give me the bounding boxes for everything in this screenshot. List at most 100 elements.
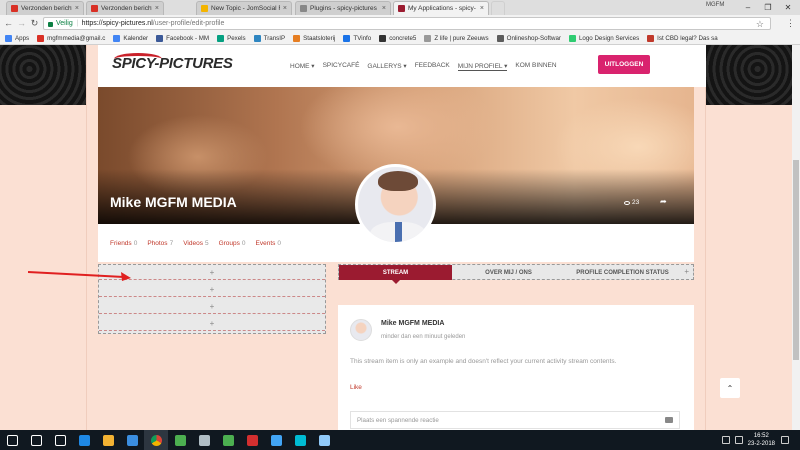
notifications-icon[interactable] — [781, 436, 789, 444]
divider: | — [76, 20, 79, 27]
taskbar-app-icon[interactable] — [120, 430, 144, 450]
back-to-top-button[interactable]: ⌃ — [720, 378, 740, 398]
comment-placeholder: Plaats een spannende reactie — [357, 416, 439, 424]
volume-icon[interactable] — [734, 436, 743, 444]
stat-photos[interactable]: Photos 7 — [147, 240, 173, 247]
site-header: SPICY-PICTURES HOME ▾ SPICYCAFÉ GALLERYS… — [98, 45, 706, 87]
tab-stream[interactable]: STREAM — [339, 265, 452, 284]
page-scrollbar[interactable] — [792, 45, 800, 430]
close-window-icon[interactable]: ✕ — [780, 0, 796, 14]
close-tab-icon[interactable]: × — [75, 5, 79, 12]
bookmark-star-icon[interactable]: ☆ — [756, 19, 764, 30]
bookmark-item[interactable]: concrete5 — [379, 34, 416, 42]
bookmark-item[interactable]: Onlineshop-Softwar — [496, 34, 561, 42]
share-icon[interactable]: ➦ — [660, 197, 667, 206]
bookmark-item[interactable]: Facebook - MM — [156, 34, 209, 42]
close-tab-icon[interactable]: × — [480, 5, 484, 12]
post-author[interactable]: Mike MGFM MEDIA — [381, 320, 444, 327]
comment-input[interactable]: Plaats een spannende reactie — [350, 411, 680, 429]
back-icon[interactable]: ← — [3, 18, 14, 29]
bookmark-label: Apps — [15, 34, 30, 42]
decorative-pattern — [706, 45, 792, 105]
taskbar-app-icon[interactable] — [192, 430, 216, 450]
bookmark-item[interactable]: Z life | pure Zeeuws — [424, 34, 489, 42]
scrollbar-thumb[interactable] — [793, 160, 799, 360]
like-link[interactable]: Like — [350, 384, 362, 391]
menu-item-mijn-profiel[interactable]: MIJN PROFIEL ▾ — [457, 62, 508, 71]
bookmark-item[interactable]: TVinfo — [343, 34, 371, 42]
menu-item-home[interactable]: HOME ▾ — [290, 62, 315, 71]
menu-kebab-icon[interactable]: ⋮ — [785, 18, 796, 29]
bookmark-label: Z life | pure Zeeuws — [434, 34, 489, 42]
stat-label: Friends — [110, 240, 132, 247]
stat-label: Photos — [147, 240, 168, 247]
browser-tab[interactable]: Verzonden berichten - m × — [6, 1, 84, 15]
post-avatar[interactable] — [350, 319, 372, 341]
bookmark-favicon-icon — [647, 34, 655, 42]
reload-icon[interactable]: ↻ — [29, 18, 40, 29]
bookmark-favicon-icon — [379, 34, 387, 42]
taskbar-app-icon[interactable] — [48, 430, 72, 450]
bookmark-item[interactable]: Ist CBD legal? Das sa — [647, 34, 718, 42]
taskbar-app-icon[interactable] — [96, 430, 120, 450]
maximize-icon[interactable]: ❐ — [760, 0, 776, 14]
gmail-icon — [91, 5, 98, 12]
taskbar-app-icon[interactable] — [72, 430, 96, 450]
profile-avatar[interactable] — [355, 164, 436, 245]
new-tab-button[interactable] — [491, 1, 505, 15]
camera-icon[interactable] — [665, 417, 673, 423]
bookmark-item[interactable]: TransIP — [253, 34, 285, 42]
bookmark-item[interactable]: Staatsloterij — [293, 34, 336, 42]
taskbar-app-icon[interactable] — [264, 430, 288, 450]
menu-item-kom-binnen[interactable]: KOM BINNEN — [515, 62, 556, 71]
browser-tab[interactable]: Plugins - spicy-pictures × — [295, 1, 391, 15]
close-tab-icon[interactable]: × — [283, 5, 287, 12]
tab-profile-completion[interactable]: PROFILE COMPLETION STATUS — [565, 265, 680, 280]
bookmark-item[interactable]: Apps — [5, 34, 30, 42]
stat-groups[interactable]: Groups 0 — [219, 240, 246, 247]
taskbar-app-icon[interactable] — [288, 430, 312, 450]
bookmark-item[interactable]: Pexels — [217, 34, 246, 42]
stat-friends[interactable]: Friends 0 — [110, 240, 137, 247]
stat-events[interactable]: Events 0 — [256, 240, 282, 247]
bookmark-favicon-icon — [156, 34, 164, 42]
browser-tab[interactable]: Verzonden berichten - m × — [86, 1, 164, 15]
taskbar-app-icon[interactable] — [144, 430, 168, 450]
add-widget-button[interactable]: + — [99, 316, 325, 331]
close-tab-icon[interactable]: × — [155, 5, 159, 12]
close-tab-icon[interactable]: × — [382, 5, 386, 12]
site-favicon-icon — [398, 5, 405, 12]
browser-tab[interactable]: New Topic - JomSocial F × — [196, 1, 292, 15]
bookmark-item[interactable]: Logo Design Services — [568, 34, 639, 42]
menu-item-gallerys[interactable]: GALLERYS ▾ — [367, 62, 406, 71]
add-tab-button[interactable]: + — [684, 267, 689, 276]
menu-item-spicycafe[interactable]: SPICYCAFÉ — [323, 62, 360, 71]
taskbar-app-icon[interactable] — [240, 430, 264, 450]
add-widget-button[interactable]: + — [99, 282, 325, 297]
secure-indicator[interactable]: Veilig — [48, 20, 73, 27]
logout-button[interactable]: UITLOGGEN — [598, 55, 650, 74]
tab-over-mij[interactable]: OVER MIJ / ONS — [452, 265, 565, 280]
bookmark-label: Staatsloterij — [303, 34, 336, 42]
add-widget-button[interactable]: + — [99, 299, 325, 314]
start-button[interactable] — [0, 430, 24, 450]
search-icon[interactable] — [24, 430, 48, 450]
address-bar[interactable]: Veilig | https://spicy-pictures.nl/user-… — [43, 17, 771, 30]
taskbar-app-icon[interactable] — [312, 430, 336, 450]
bookmark-item[interactable]: Kalender — [113, 34, 148, 42]
bookmark-favicon-icon — [496, 34, 504, 42]
menu-item-feedback[interactable]: FEEDBACK — [415, 62, 450, 71]
taskbar-icons — [0, 430, 336, 450]
taskbar-app-icon[interactable] — [216, 430, 240, 450]
site-logo[interactable]: SPICY-PICTURES — [112, 55, 233, 72]
network-icon[interactable] — [721, 436, 730, 444]
forward-icon[interactable]: → — [16, 18, 27, 29]
browser-tab-active[interactable]: My Applications - spicy- × — [393, 1, 489, 15]
taskbar-app-icon[interactable] — [168, 430, 192, 450]
bookmark-item[interactable]: mgfmmedia@gmail.c — [37, 34, 105, 42]
minimize-icon[interactable]: – — [740, 0, 756, 14]
browser-profile-name[interactable]: MGFM — [706, 2, 724, 8]
stat-videos[interactable]: Videos 5 — [183, 240, 208, 247]
windows-taskbar: 16:52 23-2-2018 — [0, 430, 800, 450]
clock[interactable]: 16:52 23-2-2018 — [748, 432, 775, 448]
